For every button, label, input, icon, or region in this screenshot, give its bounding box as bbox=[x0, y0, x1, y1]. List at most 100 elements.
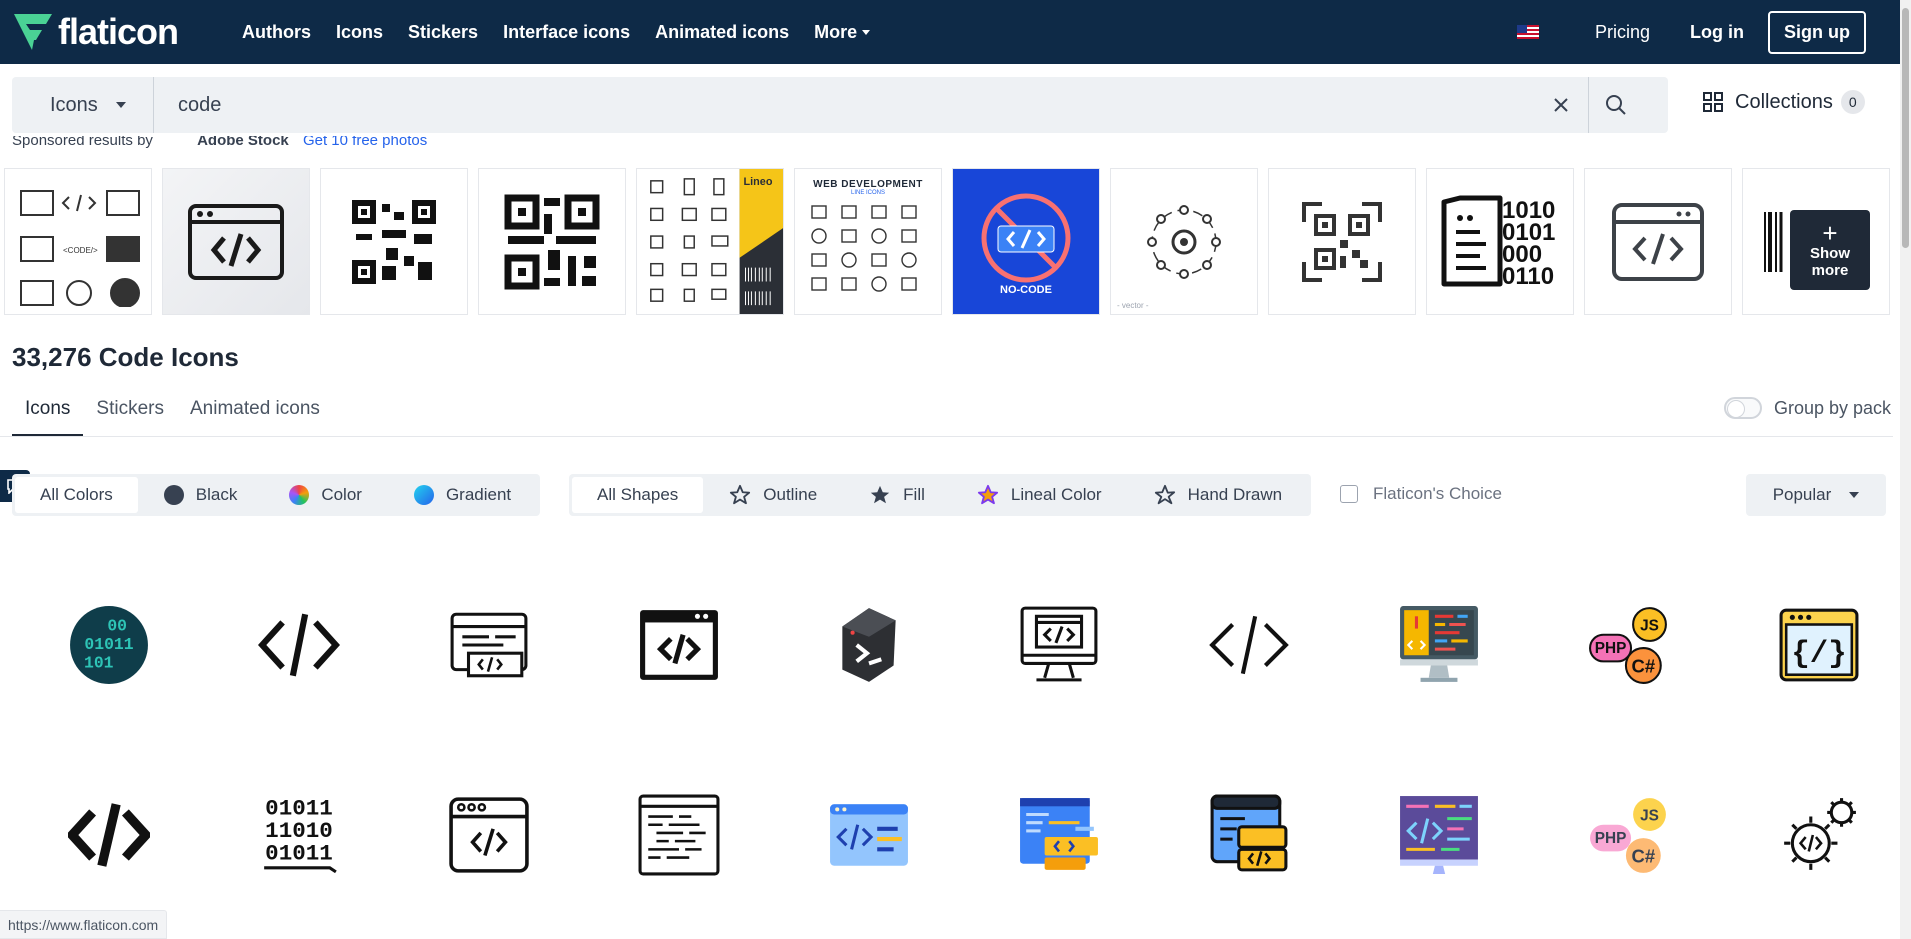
nav-icons[interactable]: Icons bbox=[336, 22, 383, 43]
icon-result[interactable] bbox=[1154, 550, 1344, 740]
search-type-dropdown[interactable]: Icons bbox=[12, 77, 154, 133]
nav-more-label: More bbox=[814, 21, 858, 42]
stock-image[interactable] bbox=[1584, 168, 1732, 315]
binary-code-icon: 01011 11010 01011 bbox=[264, 796, 337, 874]
svg-text:00: 00 bbox=[107, 617, 127, 636]
filter-label: All Colors bbox=[40, 485, 113, 504]
nav-authors[interactable]: Authors bbox=[242, 22, 311, 43]
toggle-switch[interactable] bbox=[1724, 397, 1762, 419]
stock-image[interactable] bbox=[320, 168, 468, 315]
flaticon-choice-checkbox[interactable] bbox=[1340, 485, 1358, 503]
free-photos-link[interactable]: Get 10 free photos bbox=[303, 136, 427, 148]
nav-more[interactable]: More bbox=[814, 21, 871, 43]
filter-gradient[interactable]: Gradient bbox=[388, 477, 537, 513]
flaticon-logo[interactable]: flaticon bbox=[12, 11, 212, 53]
nav-animated-icons[interactable]: Animated icons bbox=[655, 22, 789, 43]
stock-image[interactable]: Lineo bbox=[636, 168, 784, 315]
icon-result[interactable] bbox=[1344, 740, 1534, 930]
tab-stickers[interactable]: Stickers bbox=[83, 388, 177, 436]
tab-icons[interactable]: Icons bbox=[12, 388, 84, 436]
filter-all-colors[interactable]: All Colors bbox=[15, 477, 138, 513]
programming-languages-color-icon: JS PHP C# bbox=[1590, 798, 1666, 873]
icon-result[interactable] bbox=[14, 740, 204, 930]
filter-label: Black bbox=[195, 485, 238, 504]
barcode-image bbox=[1764, 211, 1783, 272]
svg-text:0110: 0110 bbox=[1502, 263, 1554, 290]
web-dev-title: WEB DEVELOPMENT bbox=[813, 179, 923, 190]
stock-image[interactable]: NO-CODE bbox=[952, 168, 1100, 315]
qr-code-image bbox=[504, 194, 600, 289]
search-input[interactable] bbox=[154, 77, 1534, 133]
stock-image[interactable]: <CODE/> bbox=[4, 168, 152, 315]
flaticon-choice-label: Flaticon's Choice bbox=[1373, 484, 1502, 503]
group-by-pack-toggle[interactable]: Group by pack bbox=[1724, 397, 1891, 419]
sort-label: Popular bbox=[1772, 485, 1832, 504]
icon-result[interactable] bbox=[1344, 550, 1534, 740]
collections-count-badge: 0 bbox=[1840, 90, 1865, 114]
show-more-button[interactable]: + Show more bbox=[1790, 210, 1870, 290]
svg-text:Lineo: Lineo bbox=[744, 176, 773, 188]
signup-button[interactable]: Sign up bbox=[1768, 10, 1866, 54]
tab-animated-icons[interactable]: Animated icons bbox=[177, 388, 333, 436]
flaticon-choice-filter[interactable]: Flaticon's Choice bbox=[1340, 484, 1502, 504]
icon-result[interactable]: 01011 11010 01011 bbox=[204, 740, 394, 930]
code-page-icon bbox=[450, 612, 528, 678]
icon-result[interactable] bbox=[964, 550, 1154, 740]
icon-results-grid: 00 01011 101 JS PHP C# {/} 01011 11010 0… bbox=[14, 550, 1894, 930]
stock-image[interactable]: 1010 0101 000 0110 bbox=[1426, 168, 1574, 315]
stock-image[interactable] bbox=[162, 168, 310, 315]
icon-result[interactable] bbox=[1154, 740, 1344, 930]
icon-result[interactable]: {/} bbox=[1724, 550, 1911, 740]
clear-search-button[interactable] bbox=[1534, 77, 1588, 133]
filter-all-shapes[interactable]: All Shapes bbox=[572, 477, 704, 513]
grid-icon bbox=[1703, 92, 1723, 112]
code-servers-icon bbox=[1210, 794, 1288, 872]
icon-result[interactable] bbox=[584, 550, 774, 740]
code-window-image bbox=[1612, 202, 1704, 281]
sponsored-strip: <CODE/> Lineo WEB DEVELOPMENT LINE ICONS… bbox=[4, 168, 1900, 315]
stock-image[interactable] bbox=[478, 168, 626, 315]
icon-result[interactable]: 00 01011 101 bbox=[14, 550, 204, 740]
icon-result[interactable] bbox=[584, 740, 774, 930]
svg-text:JS: JS bbox=[1640, 618, 1659, 635]
filter-color[interactable]: Color bbox=[263, 477, 388, 513]
icon-result[interactable] bbox=[394, 550, 584, 740]
filter-label: Hand Drawn bbox=[1187, 485, 1283, 504]
icon-result[interactable] bbox=[964, 740, 1154, 930]
pricing-link[interactable]: Pricing bbox=[1595, 22, 1650, 43]
collections-button[interactable]: Collections 0 bbox=[1703, 90, 1865, 114]
filter-fill[interactable]: Fill bbox=[843, 477, 951, 513]
icon-result[interactable] bbox=[394, 740, 584, 930]
binary-circle-icon: 00 01011 101 bbox=[70, 606, 148, 684]
web-dev-icon-pack-image bbox=[811, 205, 917, 292]
stock-image[interactable]: WEB DEVELOPMENT LINE ICONS bbox=[794, 168, 942, 315]
nav-stickers[interactable]: Stickers bbox=[408, 22, 478, 43]
filter-black[interactable]: Black bbox=[138, 477, 264, 513]
filter-outline[interactable]: Outline bbox=[703, 477, 843, 513]
top-navbar: flaticon Authors Icons Stickers Interfac… bbox=[0, 0, 1911, 64]
network-gear-image bbox=[1147, 204, 1221, 279]
icon-result[interactable] bbox=[204, 550, 394, 740]
nav-interface-icons[interactable]: Interface icons bbox=[503, 22, 630, 43]
icon-result[interactable]: JS PHP C# bbox=[1534, 550, 1724, 740]
icon-result[interactable] bbox=[774, 740, 964, 930]
svg-text:C#: C# bbox=[1632, 656, 1656, 677]
filter-hand-drawn[interactable]: Hand Drawn bbox=[1128, 477, 1309, 513]
search-type-label: Icons bbox=[50, 93, 98, 116]
stock-image[interactable] bbox=[1268, 168, 1416, 315]
stock-image[interactable]: - vector - bbox=[1110, 168, 1258, 315]
star-lineal-color-icon bbox=[977, 484, 998, 505]
coding-computer-icon bbox=[1400, 606, 1478, 682]
scrollbar-thumb[interactable] bbox=[1902, 8, 1909, 248]
sort-dropdown[interactable]: Popular bbox=[1746, 474, 1886, 516]
search-button[interactable] bbox=[1588, 77, 1642, 133]
icon-result[interactable] bbox=[774, 550, 964, 740]
filter-lineal-color[interactable]: Lineal Color bbox=[951, 477, 1128, 513]
us-flag-icon[interactable] bbox=[1516, 25, 1539, 39]
icon-result[interactable]: JS PHP C# bbox=[1534, 740, 1724, 930]
page-scrollbar[interactable] bbox=[1900, 0, 1911, 939]
icon-result[interactable] bbox=[1724, 740, 1911, 930]
star-hand-drawn-icon bbox=[1154, 484, 1175, 505]
login-link[interactable]: Log in bbox=[1690, 22, 1744, 43]
code-window-icon bbox=[640, 610, 718, 680]
